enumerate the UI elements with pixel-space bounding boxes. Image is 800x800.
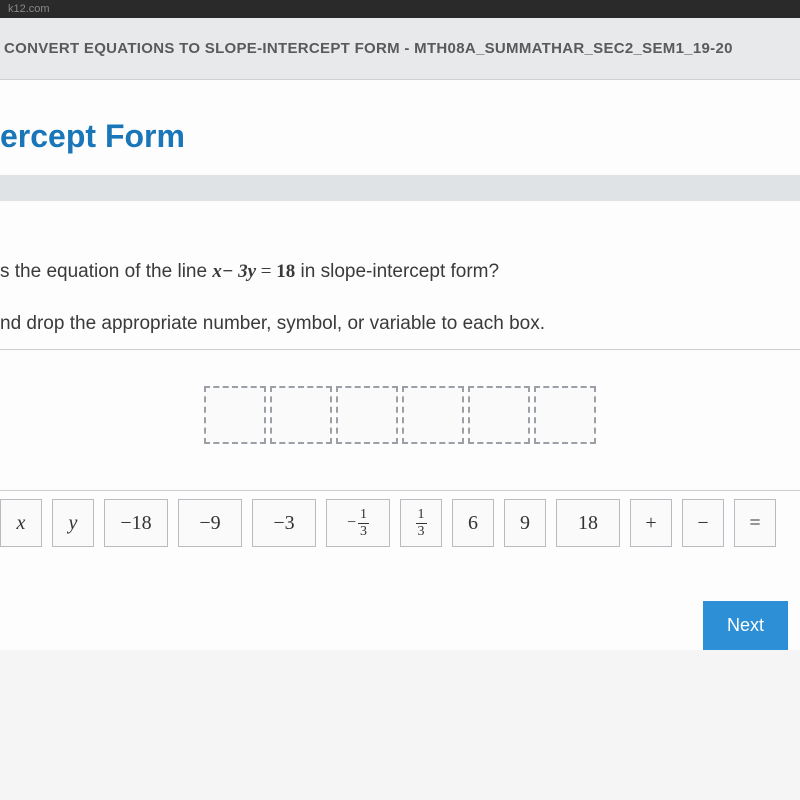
page-title: ercept Form xyxy=(0,80,800,175)
tile-1/3[interactable]: 13 xyxy=(400,499,442,547)
tile-6[interactable]: 6 xyxy=(452,499,494,547)
tile--3[interactable]: −3 xyxy=(252,499,316,547)
tile-equals[interactable]: = xyxy=(734,499,776,547)
drop-slot[interactable] xyxy=(402,386,464,444)
tile-18[interactable]: 18 xyxy=(556,499,620,547)
drop-slot[interactable] xyxy=(534,386,596,444)
breadcrumb: CONVERT EQUATIONS TO SLOPE-INTERCEPT FOR… xyxy=(0,40,800,57)
tile--1/3[interactable]: −13 xyxy=(326,499,390,547)
section-band xyxy=(0,175,800,201)
instruction-text: nd drop the appropriate number, symbol, … xyxy=(0,313,800,349)
content-area: ercept Form s the equation of the line x… xyxy=(0,80,800,650)
tile-x[interactable]: x xyxy=(0,499,42,547)
tile-9[interactable]: 9 xyxy=(504,499,546,547)
drop-zone-container xyxy=(0,350,800,490)
drop-zone[interactable] xyxy=(204,386,596,444)
tile--9[interactable]: −9 xyxy=(178,499,242,547)
question-text: s the equation of the line x− 3y = 18 in… xyxy=(0,261,800,313)
next-button[interactable]: Next xyxy=(703,601,788,650)
tile-plus[interactable]: + xyxy=(630,499,672,547)
browser-address-fragment: k12.com xyxy=(0,0,800,18)
tile-y[interactable]: y xyxy=(52,499,94,547)
tile--18[interactable]: −18 xyxy=(104,499,168,547)
tile-row: xy−18−9−3−13136918+−= xyxy=(0,491,800,547)
drop-slot[interactable] xyxy=(468,386,530,444)
drop-slot[interactable] xyxy=(336,386,398,444)
drop-slot[interactable] xyxy=(204,386,266,444)
course-header: CONVERT EQUATIONS TO SLOPE-INTERCEPT FOR… xyxy=(0,18,800,80)
tile-minus[interactable]: − xyxy=(682,499,724,547)
drop-slot[interactable] xyxy=(270,386,332,444)
